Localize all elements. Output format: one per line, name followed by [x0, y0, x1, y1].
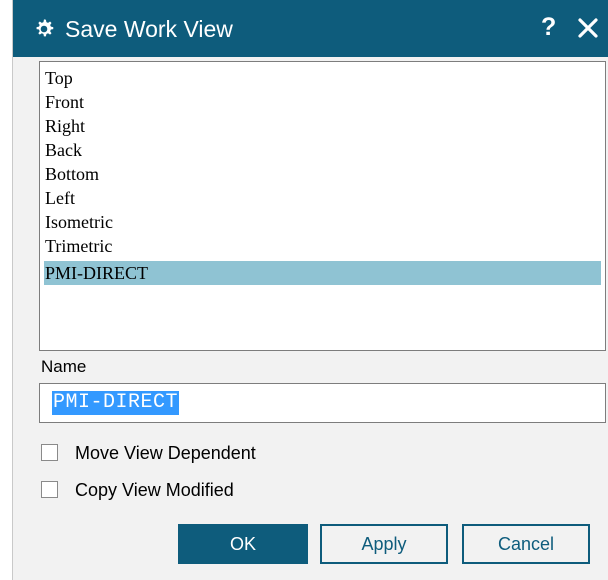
list-item-right[interactable]: Right [44, 114, 601, 138]
move-view-dependent-checkbox[interactable] [41, 444, 58, 461]
name-input-value: PMI-DIRECT [52, 391, 180, 415]
list-item-pmi-direct[interactable]: PMI-DIRECT [44, 261, 601, 285]
close-icon[interactable] [577, 17, 599, 39]
list-item-bottom[interactable]: Bottom [44, 162, 601, 186]
list-item-trimetric[interactable]: Trimetric [44, 234, 601, 258]
copy-view-modified-checkbox[interactable] [41, 481, 58, 498]
save-work-view-dialog: Save Work View ? Top Front Right Back Bo… [12, 0, 608, 580]
gear-icon [36, 19, 54, 37]
name-label: Name [41, 357, 87, 376]
view-list[interactable]: Top Front Right Back Bottom Left Isometr… [39, 61, 606, 351]
help-button[interactable]: ? [541, 12, 556, 42]
apply-button[interactable]: Apply [320, 524, 448, 564]
move-view-dependent-label: Move View Dependent [75, 443, 256, 463]
dialog-titlebar[interactable]: Save Work View ? [13, 0, 608, 57]
cancel-button[interactable]: Cancel [462, 524, 590, 564]
list-item-top[interactable]: Top [44, 66, 601, 90]
dialog-title: Save Work View [65, 16, 233, 42]
list-item-back[interactable]: Back [44, 138, 601, 162]
list-item-isometric[interactable]: Isometric [44, 210, 601, 234]
ok-button[interactable]: OK [178, 524, 308, 564]
name-input[interactable]: PMI-DIRECT [39, 383, 606, 423]
list-item-left[interactable]: Left [44, 186, 601, 210]
list-item-front[interactable]: Front [44, 90, 601, 114]
copy-view-modified-label: Copy View Modified [75, 480, 234, 500]
